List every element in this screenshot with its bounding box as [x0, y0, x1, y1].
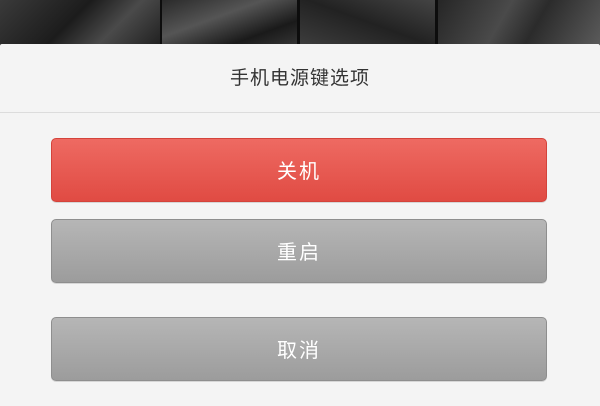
background-photo-tile — [0, 0, 160, 44]
title-divider — [0, 112, 600, 113]
background-photo-strip — [0, 0, 600, 44]
restart-button[interactable]: 重启 — [51, 219, 547, 283]
screen: 手机电源键选项 关机 重启 取消 — [0, 0, 600, 406]
background-photo-tile — [162, 0, 297, 44]
background-photo-tile — [438, 0, 600, 44]
cancel-button[interactable]: 取消 — [51, 317, 547, 381]
power-options-sheet: 手机电源键选项 关机 重启 取消 — [0, 44, 600, 406]
background-photo-tile — [300, 0, 435, 44]
shutdown-button[interactable]: 关机 — [51, 138, 547, 202]
sheet-title: 手机电源键选项 — [229, 67, 370, 89]
